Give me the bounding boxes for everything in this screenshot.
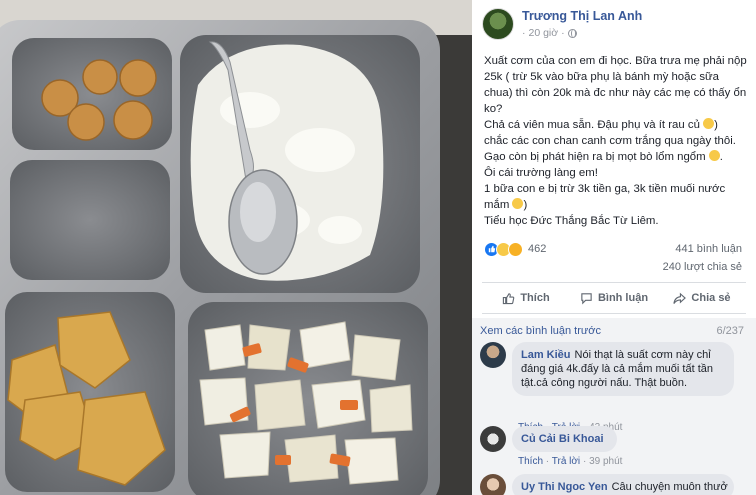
post-actions: Thích Bình luận Chia sẻ (482, 282, 746, 314)
post-photo[interactable] (0, 0, 472, 495)
dot-separator: · (582, 456, 587, 467)
food-tray-image (0, 0, 472, 495)
grin-emoji-icon (708, 150, 720, 161)
post-panel: Trương Thị Lan Anh · 20 giờ · Xuất cơm c… (472, 0, 756, 495)
comment-item: Lam Kiều Nói thạt là suất cơm này chỉ đán… (480, 342, 750, 433)
comment-bubble: Uy Thi Ngoc Yen Câu chuyện muôn thưở (512, 474, 734, 495)
like-button-label: Thích (520, 292, 550, 304)
post-text-line: Chả cá viên mua sẵn. Đậu phụ và ít rau c… (484, 118, 718, 131)
comment-bubble: Lam Kiều Nói thạt là suất cơm này chỉ đán… (512, 342, 734, 396)
commenter-name[interactable]: Lam Kiều (521, 349, 571, 361)
post-text-line: chắc các con chan canh cơm trắng qua ngà… (484, 135, 736, 147)
comment-count[interactable]: 441 bình luận (675, 243, 742, 255)
post-text-segment: Chả cá viên mua sẵn. Đậu phụ và ít rau c… (484, 119, 700, 131)
reaction-summary[interactable]: 462 (484, 241, 546, 257)
commenter-avatar[interactable] (480, 474, 506, 495)
share-button[interactable]: Chia sẻ (658, 283, 746, 313)
comment-bubble: Củ Cải Bi Khoai (512, 426, 617, 452)
comment-item: Củ Cải Bi Khoai Thích · Trả lời · 39 phú… (480, 426, 750, 471)
post-text-line: Gạo còn bị phát hiện ra bị mọt bò lổm ng… (484, 150, 723, 163)
dot-separator: · (561, 27, 565, 39)
post-text-segment: Gạo còn bị phát hiện ra bị mọt bò lổm ng… (484, 151, 706, 163)
comment-button[interactable]: Bình luận (570, 283, 658, 313)
commenter-name[interactable]: Củ Cải Bi Khoai (521, 433, 604, 445)
wow-reaction-icon (508, 241, 523, 257)
thumbs-up-icon (503, 292, 515, 304)
grin-emoji-icon (512, 198, 524, 209)
comment-actions: Thích · Trả lời · 39 phút (518, 456, 622, 467)
dot-separator: · (522, 27, 526, 39)
comments-page-count: 6/237 (716, 325, 744, 337)
smile-emoji-icon (703, 118, 715, 129)
share-button-label: Chia sẻ (691, 292, 731, 304)
comment-time[interactable]: 39 phút (589, 456, 622, 467)
commenter-name[interactable]: Uy Thi Ngoc Yen (521, 481, 608, 493)
like-button[interactable]: Thích (482, 283, 570, 313)
author-avatar[interactable] (482, 8, 514, 40)
post-text-line: Xuất cơm của con em đi học. Bữa trưa mẹ … (484, 55, 747, 115)
comment-button-label: Bình luận (597, 292, 649, 304)
post-text: Xuất cơm của con em đi học. Bữa trưa mẹ … (484, 53, 750, 229)
comment-item: Uy Thi Ngoc Yen Câu chuyện muôn thưở (480, 474, 750, 495)
commenter-avatar[interactable] (480, 426, 506, 452)
reaction-count: 462 (528, 243, 547, 255)
comment-icon (581, 292, 592, 304)
globe-icon (567, 28, 577, 38)
post-time[interactable]: 20 giờ (529, 27, 559, 39)
author-name[interactable]: Trương Thị Lan Anh (522, 9, 642, 23)
post-text-line: 1 bữa con e bị trừ 3k tiền ga, 3k tiền m… (484, 183, 726, 211)
comment-reply-link[interactable]: Trả lời (552, 456, 580, 467)
previous-comments-link[interactable]: Xem các bình luận trước (480, 325, 601, 337)
comments-section: Xem các bình luận trước 6/237 Lam Kiều Nó… (472, 318, 756, 495)
dot-separator: · (545, 456, 550, 467)
commenter-avatar[interactable] (480, 342, 506, 368)
post-meta: · 20 giờ · (522, 27, 577, 39)
post-header: Trương Thị Lan Anh · 20 giờ · (472, 0, 756, 44)
post-text-line: Tiểu học Đức Thắng Bắc Từ Liêm. (484, 215, 659, 227)
post-text-line: Ôi cái trường làng em! (484, 167, 598, 179)
share-icon (673, 292, 687, 304)
comment-text: Câu chuyện muôn thưở (611, 481, 728, 493)
comment-like-link[interactable]: Thích (518, 456, 543, 467)
share-count[interactable]: 240 lượt chia sẻ (663, 261, 742, 273)
